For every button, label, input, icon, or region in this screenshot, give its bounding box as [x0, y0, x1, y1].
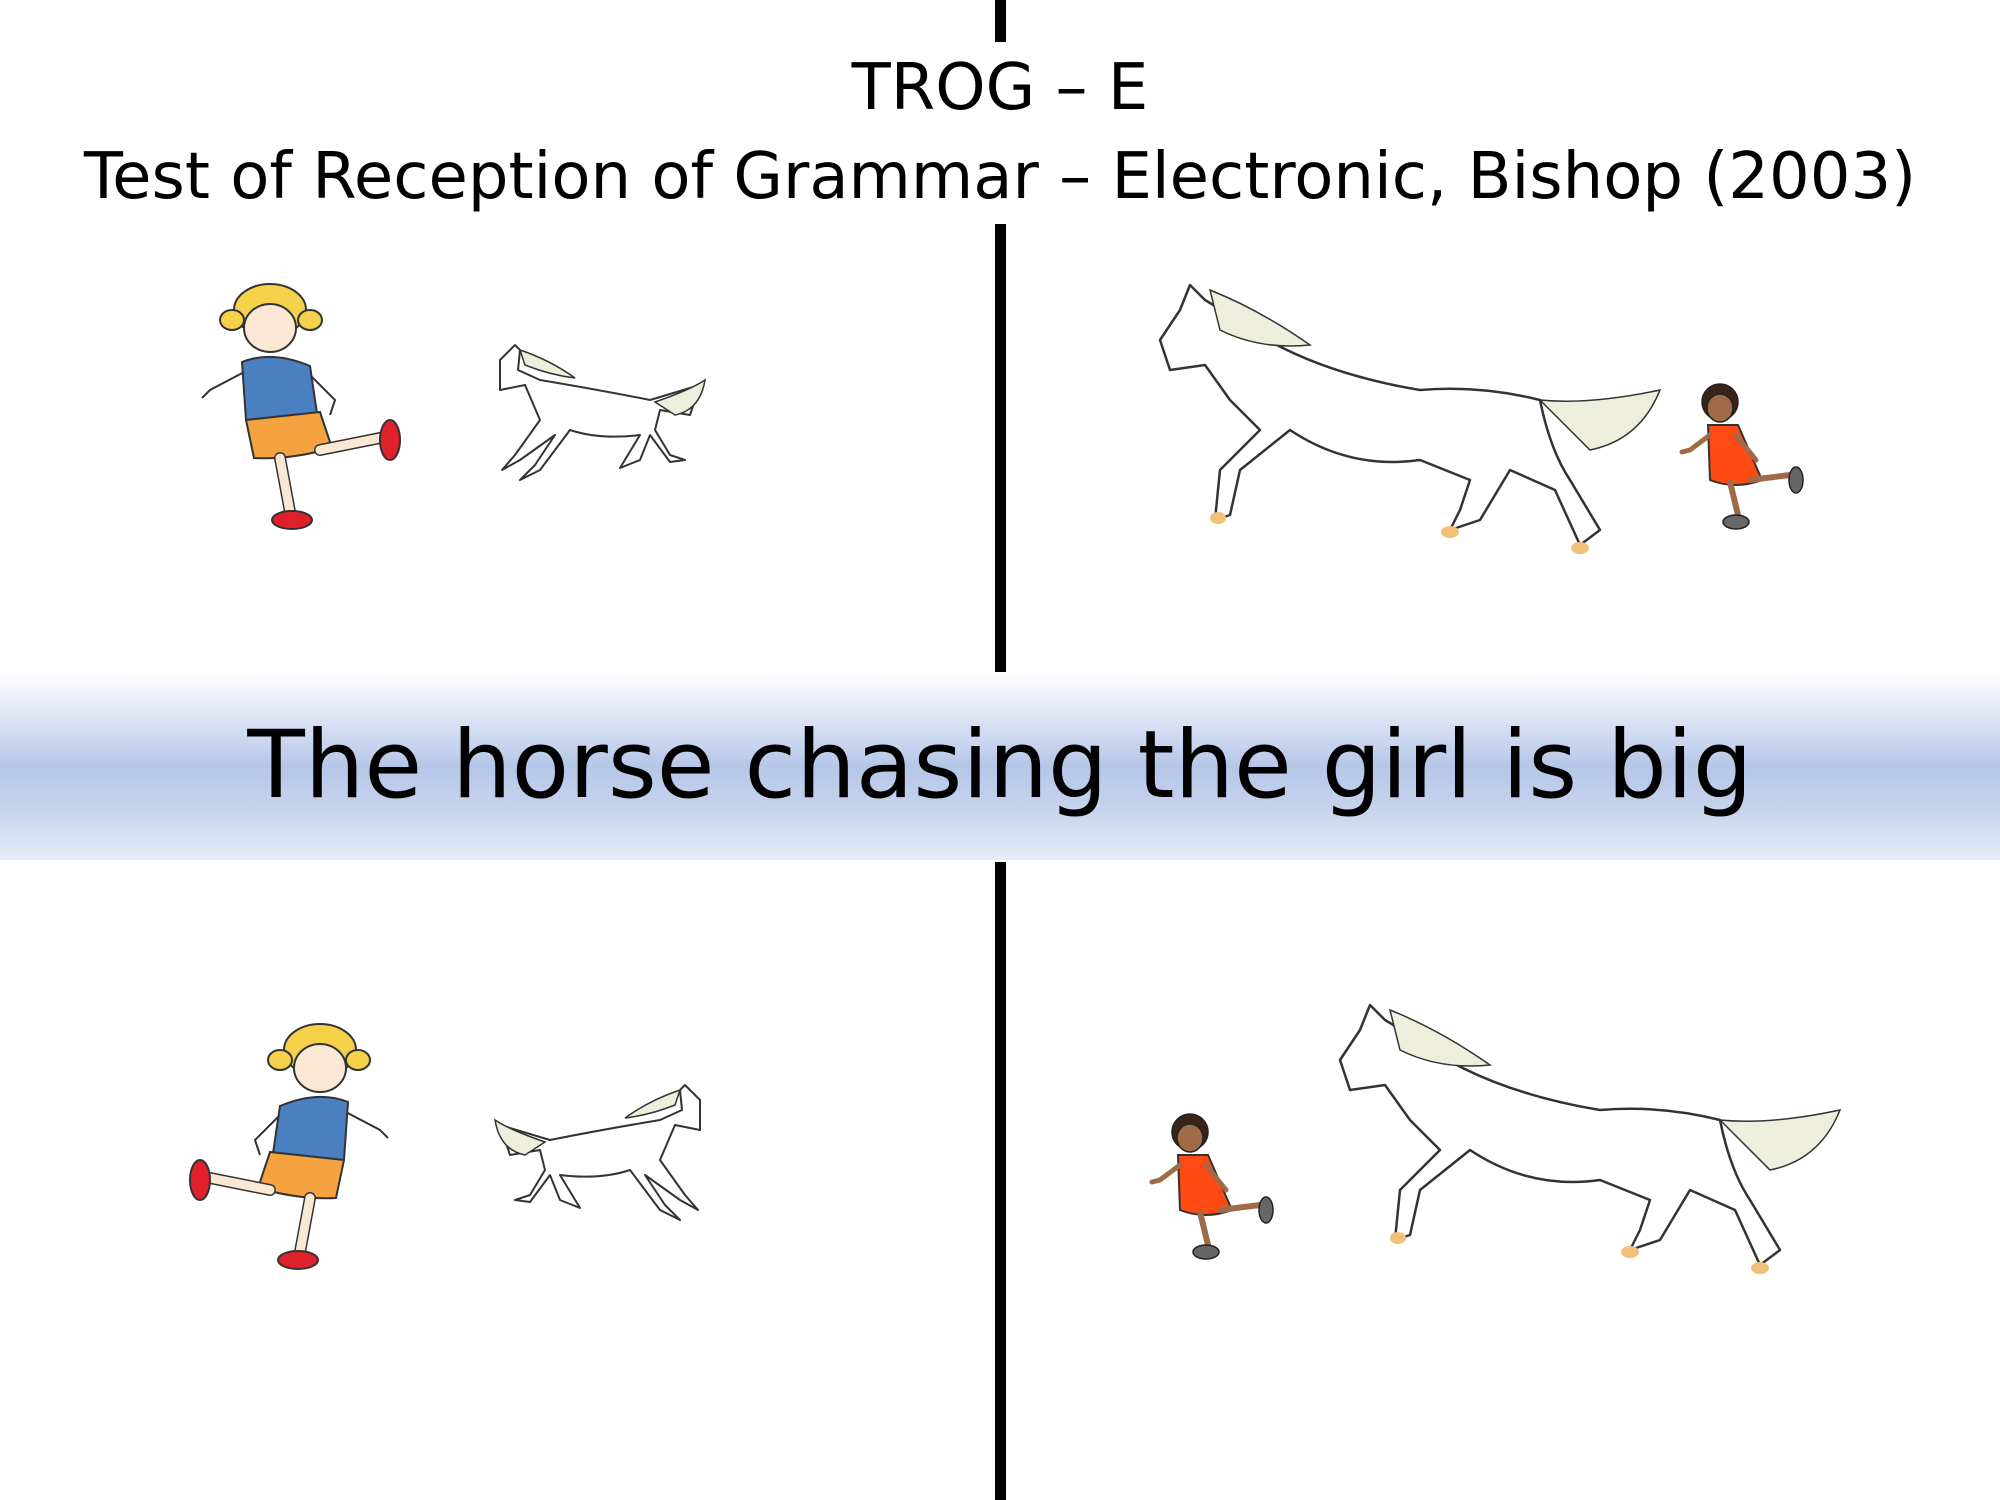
big-horse-icon: [1338, 1003, 1842, 1274]
small-girl-icon: [1149, 1113, 1274, 1260]
blonde-girl-icon: [189, 1023, 389, 1270]
vertical-divider-top: [995, 224, 1006, 672]
small-girl-icon: [1679, 383, 1804, 530]
blonde-girl-icon: [201, 283, 401, 530]
small-horse-icon: [493, 1084, 701, 1221]
big-horse-icon: [1158, 283, 1662, 554]
test-sentence: The horse chasing the girl is big: [247, 711, 1753, 820]
picture-option-top-left[interactable]: [160, 260, 800, 580]
picture-option-bottom-right[interactable]: [1140, 980, 1900, 1340]
picture-option-bottom-left[interactable]: [160, 1000, 800, 1320]
title-block: TROG – E Test of Reception of Grammar – …: [0, 40, 2000, 218]
title-heading: TROG – E: [851, 51, 1149, 125]
picture-option-top-right[interactable]: [1110, 250, 1870, 610]
vertical-divider-top-stub: [995, 0, 1006, 42]
small-horse-icon: [499, 344, 707, 481]
vertical-divider-bottom: [995, 862, 1006, 1500]
title-subheading: Test of Reception of Grammar – Electroni…: [83, 140, 1917, 214]
